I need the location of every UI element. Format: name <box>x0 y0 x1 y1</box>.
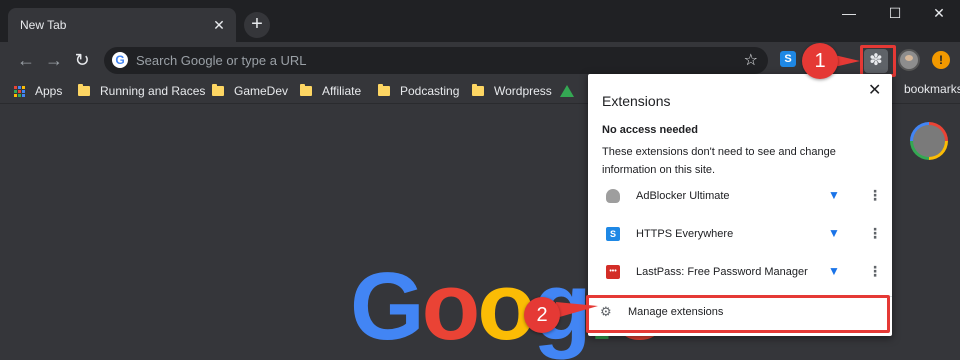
bookmark-label: GameDev <box>234 84 289 98</box>
folder-icon <box>378 84 390 96</box>
apps-grid-icon <box>14 85 25 97</box>
bookmark-affiliate[interactable]: Affiliate <box>300 82 361 100</box>
section-description: These extensions don't need to see and c… <box>602 146 836 176</box>
extension-row-lastpass[interactable]: ••• LastPass: Free Password Manager ▼ ⋮ <box>588 258 892 288</box>
extension-name: AdBlocker Ultimate <box>636 190 730 202</box>
callout-1: 1 <box>802 43 838 79</box>
ntp-profile-avatar[interactable] <box>910 122 948 160</box>
bookmark-label: Affiliate <box>322 84 362 98</box>
google-drive-icon <box>560 85 574 97</box>
shield-icon <box>606 189 620 203</box>
other-bookmarks-label[interactable]: bookmarks <box>904 82 960 96</box>
lastpass-icon: ••• <box>606 265 620 279</box>
manage-highlight-box <box>586 295 890 333</box>
omnibox[interactable]: G Search Google or type a URL ☆ <box>104 47 768 74</box>
folder-icon <box>300 84 312 96</box>
bookmark-wordpress[interactable]: Wordpress <box>472 82 552 100</box>
bookmark-label: Podcasting <box>400 84 460 98</box>
folder-icon <box>212 84 224 96</box>
pin-icon[interactable]: ▼ <box>828 188 840 202</box>
folder-icon <box>472 84 484 96</box>
section-heading: No access needed <box>602 124 698 136</box>
tab-close-icon[interactable]: ✕ <box>210 16 228 34</box>
tab-new-tab[interactable]: New Tab ✕ <box>8 8 236 42</box>
bookmark-label: Running and Races <box>100 84 206 98</box>
folder-icon <box>78 84 90 96</box>
bookmark-label: Wordpress <box>494 84 552 98</box>
bookmark-podcasting[interactable]: Podcasting <box>378 82 459 100</box>
forward-button[interactable]: → <box>42 48 66 72</box>
bookmark-gamedev[interactable]: GameDev <box>212 82 288 100</box>
window-close-button[interactable]: ✕ <box>918 0 960 26</box>
maximize-button[interactable]: ☐ <box>874 0 916 26</box>
more-vert-icon[interactable]: ⋮ <box>868 225 882 242</box>
bookmark-apps[interactable]: Apps <box>14 82 62 100</box>
omnibox-placeholder: Search Google or type a URL <box>136 53 307 68</box>
extension-name: LastPass: Free Password Manager <box>636 266 808 278</box>
extension-row-adblocker[interactable]: AdBlocker Ultimate ▼ ⋮ <box>588 182 892 212</box>
callout-2: 2 <box>524 297 560 333</box>
puzzle-highlight-box <box>860 45 896 77</box>
pin-icon[interactable]: ▼ <box>828 226 840 240</box>
tab-title: New Tab <box>20 18 67 32</box>
bookmark-running-and-races[interactable]: Running and Races <box>78 82 205 100</box>
more-vert-icon[interactable]: ⋮ <box>868 263 882 280</box>
popup-title: Extensions <box>602 93 671 109</box>
https-s-icon: S <box>606 227 620 241</box>
update-alert-icon[interactable]: ! <box>932 51 950 69</box>
bookmark-label: Apps <box>35 84 63 98</box>
reload-button[interactable]: ↻ <box>70 48 94 72</box>
minimize-button[interactable]: — <box>828 0 870 26</box>
pin-icon[interactable]: ▼ <box>828 264 840 278</box>
popup-close-icon[interactable]: ✕ <box>868 80 881 100</box>
extension-row-https-everywhere[interactable]: S HTTPS Everywhere ▼ ⋮ <box>588 220 892 250</box>
back-button[interactable]: ← <box>14 48 38 72</box>
logo-letter: G <box>350 253 425 360</box>
profile-avatar[interactable] <box>898 49 920 71</box>
logo-letter: o <box>421 253 481 360</box>
bookmark-drive[interactable] <box>560 82 578 100</box>
tab-strip: New Tab ✕ + — ☐ ✕ <box>0 0 960 42</box>
google-g-icon: G <box>112 52 128 68</box>
more-vert-icon[interactable]: ⋮ <box>868 187 882 204</box>
new-tab-button[interactable]: + <box>244 12 270 38</box>
extension-name: HTTPS Everywhere <box>636 228 734 240</box>
bookmark-star-icon[interactable]: ☆ <box>744 50 758 70</box>
https-everywhere-toolbar-icon[interactable]: S <box>780 51 796 67</box>
